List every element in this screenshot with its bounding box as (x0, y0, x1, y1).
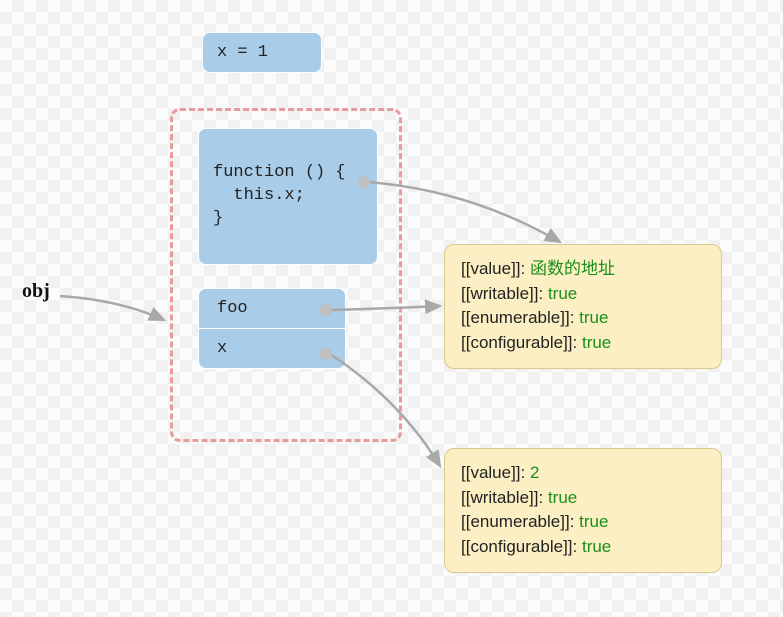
func-line-1: this.x; (213, 186, 305, 205)
desc2-line-1: [[writable]]: true (461, 486, 705, 511)
diagram-stage: x = 1 function () { this.x; } foo x obj … (0, 0, 783, 617)
assignment-text: x = 1 (217, 43, 268, 62)
desc1-line-1: [[writable]]: true (461, 282, 705, 307)
func-line-2: } (213, 209, 223, 228)
connector-dot-foo (320, 304, 332, 316)
desc2-line-0: [[value]]: 2 (461, 461, 705, 486)
obj-label-text: obj (22, 280, 50, 302)
descriptor-box-1: [[value]]: 函数的地址 [[writable]]: true [[en… (444, 244, 722, 369)
assignment-box: x = 1 (202, 32, 322, 73)
function-box: function () { this.x; } (198, 128, 378, 265)
desc1-line-2: [[enumerable]]: true (461, 306, 705, 331)
desc2-line-2: [[enumerable]]: true (461, 510, 705, 535)
connector-dot-func (358, 176, 370, 188)
desc1-line-0: [[value]]: 函数的地址 (461, 257, 705, 282)
func-line-0: function () { (213, 163, 346, 182)
desc2-line-3: [[configurable]]: true (461, 535, 705, 560)
foo-text: foo (217, 299, 248, 318)
arrow-obj (60, 296, 164, 320)
obj-label: obj (22, 280, 50, 303)
descriptor-box-2: [[value]]: 2 [[writable]]: true [[enumer… (444, 448, 722, 573)
x-text: x (217, 339, 227, 358)
connector-dot-x (320, 348, 332, 360)
desc1-line-3: [[configurable]]: true (461, 331, 705, 356)
